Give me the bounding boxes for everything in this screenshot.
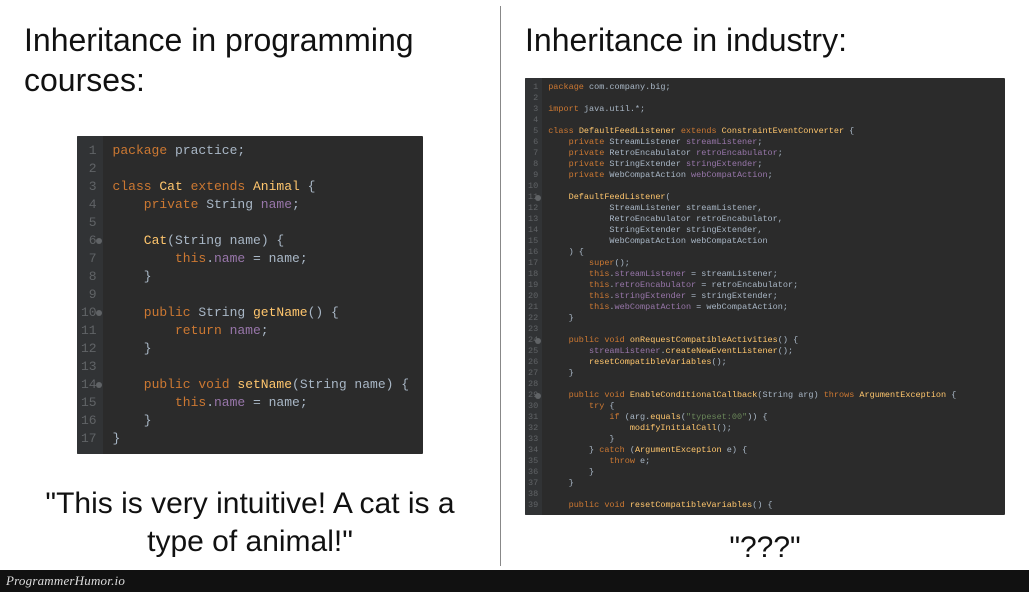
code-source: package practice; class Cat extends Anim… (103, 136, 424, 454)
left-code-wrap: 1 2 3 4 5 6 7 8 9 10 11 12 13 14 15 16 1… (24, 118, 476, 471)
left-caption: "This is very intuitive! A cat is a type… (24, 485, 476, 560)
left-title: Inheritance in programming courses: (24, 20, 476, 100)
right-title: Inheritance in industry: (525, 20, 1005, 60)
code-gutter: 1 2 3 4 5 6 7 8 9 10 11 12 13 14 15 16 1… (525, 78, 542, 515)
left-panel: Inheritance in programming courses: 1 2 … (0, 0, 500, 570)
left-code-block: 1 2 3 4 5 6 7 8 9 10 11 12 13 14 15 16 1… (77, 136, 423, 454)
right-panel: Inheritance in industry: 1 2 3 4 5 6 7 8… (501, 0, 1029, 570)
right-code-block: 1 2 3 4 5 6 7 8 9 10 11 12 13 14 15 16 1… (525, 78, 1005, 515)
code-gutter: 1 2 3 4 5 6 7 8 9 10 11 12 13 14 15 16 1… (77, 136, 103, 454)
meme-container: Inheritance in programming courses: 1 2 … (0, 0, 1029, 570)
right-code-wrap: 1 2 3 4 5 6 7 8 9 10 11 12 13 14 15 16 1… (525, 78, 1005, 515)
right-caption: "???" (525, 529, 1005, 567)
watermark-footer: ProgrammerHumor.io (0, 570, 1029, 592)
code-source: package com.company.big; import java.uti… (542, 78, 964, 515)
